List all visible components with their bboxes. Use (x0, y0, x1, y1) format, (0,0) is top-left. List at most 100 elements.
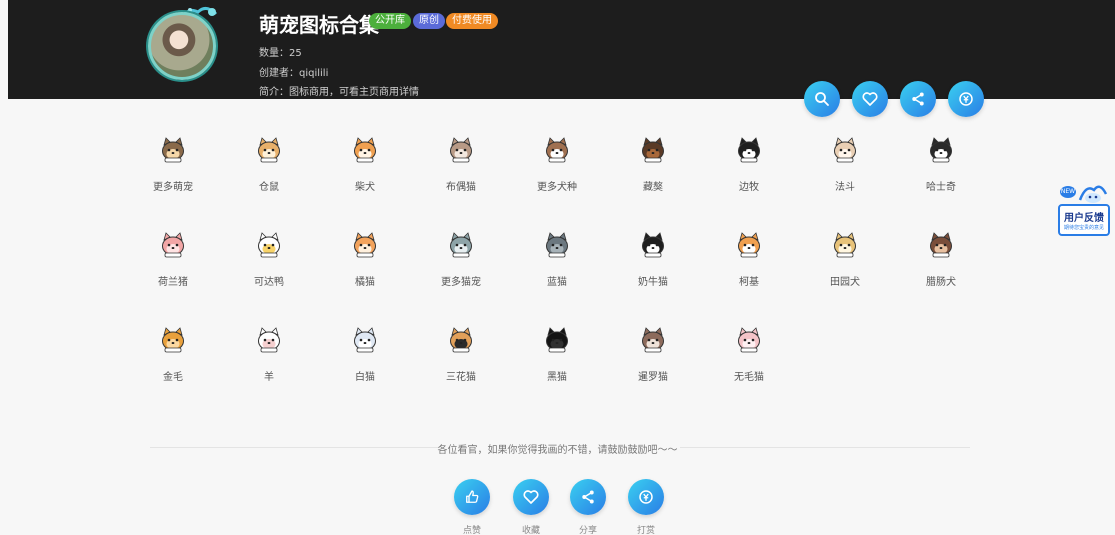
pet-icon (546, 327, 568, 353)
pet-icon (450, 232, 472, 258)
pet-icon (258, 137, 280, 163)
icon-card[interactable]: 更多猫宠 (421, 231, 501, 288)
pet-icon (450, 327, 472, 353)
creator-name[interactable]: 创建者：qiqilili (259, 64, 328, 79)
icon-card[interactable]: 边牧 (709, 136, 789, 193)
pet-icon (738, 327, 760, 353)
icon-label: 仓鼠 (259, 182, 279, 193)
collect-button[interactable] (513, 479, 549, 515)
heart-icon (862, 92, 878, 106)
pet-icon (354, 137, 376, 163)
feedback-box[interactable]: 用户反馈 期待您宝贵的意见 (1058, 204, 1110, 236)
pet-icon (642, 327, 664, 353)
icon-label: 腊肠犬 (926, 277, 956, 288)
icon-card[interactable]: 三花猫 (421, 326, 501, 383)
icon-card[interactable]: 可达鸭 (229, 231, 309, 288)
collect-action[interactable]: 收藏 (501, 479, 561, 535)
icon-label: 法斗 (835, 182, 855, 193)
divider-right (680, 447, 970, 448)
share-action[interactable]: 分享 (558, 479, 618, 535)
icon-label: 黑猫 (547, 372, 567, 383)
like-button[interactable] (454, 479, 490, 515)
icon-card[interactable]: 更多萌宠 (133, 136, 213, 193)
share-label: 分享 (578, 526, 597, 535)
icon-card[interactable]: 黑猫 (517, 326, 597, 383)
share-button[interactable] (900, 81, 936, 117)
favorite-button[interactable] (852, 81, 888, 117)
pet-icon (738, 232, 760, 258)
icon-card[interactable]: 无毛猫 (709, 326, 789, 383)
icon-label: 蓝猫 (547, 277, 567, 288)
icon-label: 金毛 (163, 372, 183, 383)
heart-icon (523, 490, 539, 504)
icon-card[interactable]: 柯基 (709, 231, 789, 288)
icon-label: 可达鸭 (254, 277, 284, 288)
collect-label: 收藏 (521, 526, 540, 535)
icon-card[interactable]: 柴犬 (325, 136, 405, 193)
pet-icon (162, 327, 184, 353)
icon-label: 田园犬 (830, 277, 860, 288)
library-intro: 简介：图标商用，可看主页商用详情 (259, 87, 419, 98)
page-title: 萌宠图标合集 (259, 13, 379, 37)
reward-label: 打赏 (636, 526, 655, 535)
feedback-subtitle: 期待您宝贵的意见 (1063, 225, 1104, 231)
search-button[interactable] (804, 81, 840, 117)
icon-label: 柯基 (739, 277, 759, 288)
footer-reward-button[interactable] (628, 479, 664, 515)
encourage-text: 各位看官，如果你觉得我画的不错，请鼓励鼓励吧～～ (437, 445, 678, 456)
pet-icon (546, 137, 568, 163)
icon-card[interactable]: 仓鼠 (229, 136, 309, 193)
icon-card[interactable]: 羊 (229, 326, 309, 383)
reward-icon (639, 490, 653, 504)
icon-card[interactable]: 法斗 (805, 136, 885, 193)
icon-label: 哈士奇 (926, 182, 956, 193)
icon-card[interactable]: 哈士奇 (901, 136, 981, 193)
icon-label: 奶牛猫 (638, 277, 668, 288)
icon-label: 布偶猫 (446, 182, 476, 193)
feedback-title: 用户反馈 (1064, 213, 1104, 224)
pet-icon (930, 232, 952, 258)
feedback-widget[interactable]: 用户反馈 期待您宝贵的意见 NEW (1058, 180, 1110, 236)
icon-card[interactable]: 白猫 (325, 326, 405, 383)
badge-original: 原创 (413, 13, 445, 29)
icon-label: 三花猫 (446, 372, 476, 383)
pet-icon (450, 137, 472, 163)
icon-label: 更多猫宠 (441, 277, 481, 288)
reward-icon (959, 92, 973, 106)
icon-card[interactable]: 蓝猫 (517, 231, 597, 288)
icon-card[interactable]: 藏獒 (613, 136, 693, 193)
icon-card[interactable]: 更多犬种 (517, 136, 597, 193)
pet-icon (258, 327, 280, 353)
pet-icon (162, 232, 184, 258)
share-icon (912, 92, 924, 106)
pet-icon (546, 232, 568, 258)
pet-icon (738, 137, 760, 163)
icon-card[interactable]: 荷兰猪 (133, 231, 213, 288)
search-icon (815, 92, 829, 106)
icon-label: 边牧 (739, 182, 759, 193)
icon-card[interactable]: 奶牛猫 (613, 231, 693, 288)
icon-card[interactable]: 布偶猫 (421, 136, 501, 193)
pet-icon (930, 137, 952, 163)
like-label: 点赞 (462, 526, 481, 535)
icon-label: 橘猫 (355, 277, 375, 288)
new-badge: NEW (1060, 186, 1076, 198)
icon-label: 羊 (264, 372, 274, 383)
icon-label: 暹罗猫 (638, 372, 668, 383)
reward-button[interactable] (948, 81, 984, 117)
like-action[interactable]: 点赞 (442, 479, 502, 535)
icon-card[interactable]: 田园犬 (805, 231, 885, 288)
icon-label: 白猫 (355, 372, 375, 383)
creator-avatar[interactable] (148, 12, 216, 80)
footer-share-button[interactable] (570, 479, 606, 515)
icon-label: 无毛猫 (734, 372, 764, 383)
share-icon (582, 490, 594, 504)
icon-card[interactable]: 暹罗猫 (613, 326, 693, 383)
icon-card[interactable]: 橘猫 (325, 231, 405, 288)
icon-card[interactable]: 金毛 (133, 326, 213, 383)
reward-action[interactable]: 打赏 (616, 479, 676, 535)
badge-public: 公开库 (369, 13, 411, 29)
pet-icon (162, 137, 184, 163)
pet-icon (642, 137, 664, 163)
icon-card[interactable]: 腊肠犬 (901, 231, 981, 288)
